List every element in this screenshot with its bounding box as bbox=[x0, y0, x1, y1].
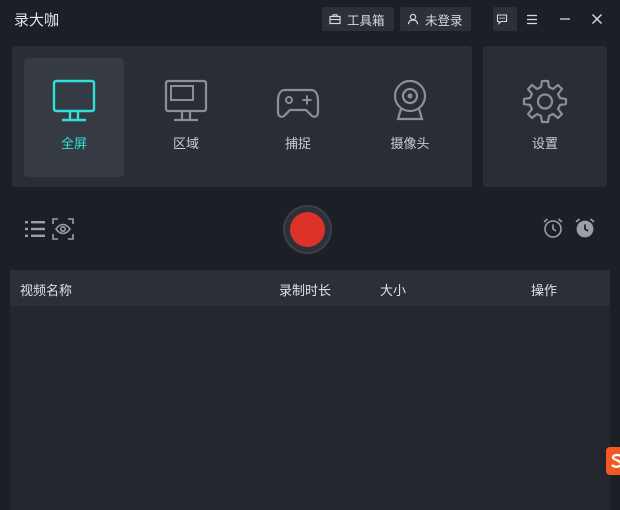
column-header-size[interactable]: 大小 bbox=[380, 280, 406, 299]
mode-capture-label: 捕捉 bbox=[284, 137, 311, 152]
column-header-name[interactable]: 视频名称 bbox=[20, 280, 72, 299]
close-icon bbox=[592, 14, 602, 24]
toolbox-icon bbox=[329, 14, 341, 25]
toolbox-label: 工具箱 bbox=[347, 12, 385, 28]
record-dot-icon bbox=[290, 212, 325, 247]
column-header-action: 操作 bbox=[531, 284, 558, 299]
scheduled-recording-button[interactable] bbox=[541, 216, 565, 240]
floating-assistant-badge[interactable] bbox=[606, 447, 620, 475]
title-bar: 录大咖 工具箱 未登录 bbox=[0, 0, 620, 38]
settings-button[interactable]: 设置 bbox=[483, 46, 607, 187]
alarm-clock-filled-icon bbox=[575, 218, 595, 238]
column-header-duration[interactable]: 录制时长 bbox=[279, 280, 331, 299]
login-button[interactable]: 未登录 bbox=[400, 7, 471, 31]
record-button[interactable] bbox=[283, 205, 332, 254]
preview-toggle-button[interactable] bbox=[51, 217, 75, 241]
gamepad-icon bbox=[275, 78, 321, 124]
feedback-button[interactable] bbox=[493, 7, 517, 31]
region-monitor-icon bbox=[163, 78, 209, 124]
timed-stop-button[interactable] bbox=[573, 216, 597, 240]
login-label: 未登录 bbox=[425, 12, 463, 28]
close-button[interactable] bbox=[587, 9, 607, 29]
hamburger-icon bbox=[527, 14, 537, 24]
user-icon bbox=[407, 13, 419, 25]
monitor-icon bbox=[51, 78, 97, 124]
webcam-icon bbox=[387, 78, 433, 124]
recording-list-button[interactable] bbox=[23, 217, 47, 241]
mode-fullscreen[interactable]: 全屏 bbox=[24, 58, 124, 177]
assistant-logo-icon bbox=[611, 453, 620, 468]
eye-frame-icon bbox=[52, 218, 74, 240]
chat-bubble-icon bbox=[496, 14, 508, 25]
gear-icon bbox=[522, 78, 568, 124]
minimize-button[interactable] bbox=[555, 9, 575, 29]
menu-button[interactable] bbox=[522, 9, 542, 29]
mode-fullscreen-label: 全屏 bbox=[60, 137, 87, 152]
capture-mode-panel: 全屏 区域 捕捉 摄像头 bbox=[12, 46, 472, 187]
mode-region-label: 区域 bbox=[172, 137, 199, 152]
list-icon bbox=[25, 221, 45, 237]
mode-capture[interactable]: 捕捉 bbox=[248, 58, 348, 177]
alarm-clock-icon bbox=[543, 218, 563, 238]
mode-webcam-label: 摄像头 bbox=[390, 137, 430, 152]
table-header: 视频名称 录制时长 大小 操作 bbox=[10, 270, 610, 306]
mode-webcam[interactable]: 摄像头 bbox=[360, 58, 460, 177]
toolbox-button[interactable]: 工具箱 bbox=[322, 7, 394, 31]
recordings-table: 视频名称 录制时长 大小 操作 bbox=[10, 270, 610, 510]
app-title: 录大咖 bbox=[14, 11, 60, 29]
settings-label: 设置 bbox=[531, 137, 558, 152]
mode-region[interactable]: 区域 bbox=[136, 58, 236, 177]
minimize-icon bbox=[560, 18, 570, 20]
